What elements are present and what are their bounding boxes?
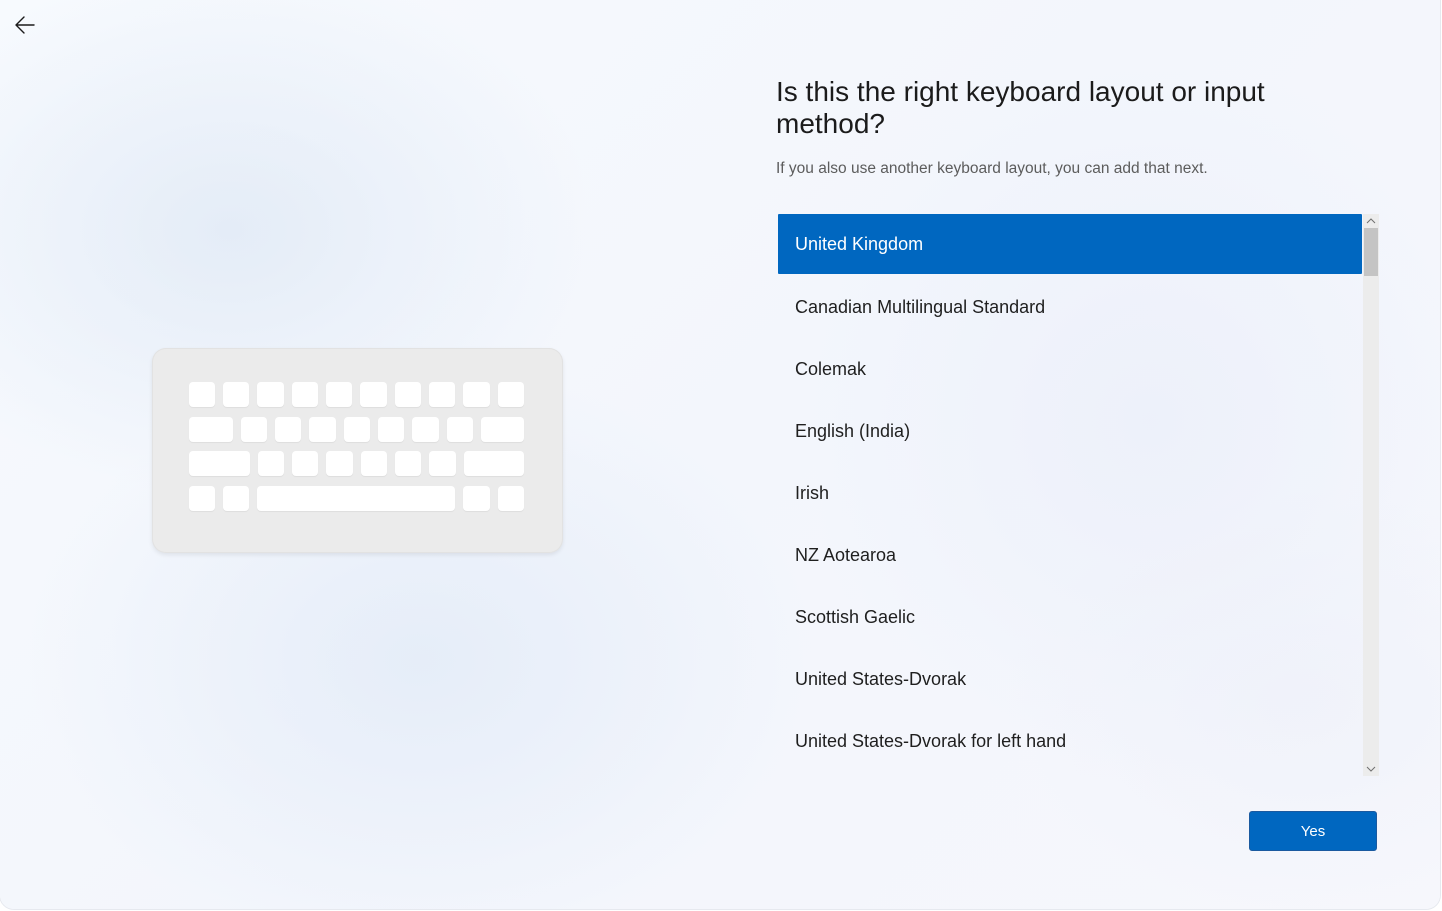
list-item-irish[interactable]: Irish [778, 462, 1362, 524]
scroll-down-button[interactable] [1363, 762, 1379, 776]
list-item-colemak[interactable]: Colemak [778, 338, 1362, 400]
list-item-label: NZ Aotearoa [795, 544, 897, 565]
list-item-label: Colemak [795, 358, 867, 379]
list-item-label: Canadian Multilingual Standard [795, 296, 1046, 317]
scroll-thumb[interactable] [1364, 228, 1378, 276]
scroll-up-button[interactable] [1363, 214, 1379, 228]
chevron-up-icon [1366, 218, 1376, 224]
list-item-english-india[interactable]: English (India) [778, 400, 1362, 462]
list-item-united-kingdom[interactable]: United Kingdom [778, 214, 1362, 274]
page-title: Is this the right keyboard layout or inp… [776, 76, 1265, 139]
arrow-left-icon [15, 16, 35, 34]
keyboard-illustration [152, 348, 563, 553]
list-item-united-states-dvorak-left-hand[interactable]: United States-Dvorak for left hand [778, 710, 1362, 772]
page-subtitle: If you also use another keyboard layout,… [776, 160, 1208, 177]
keyboard-layout-list[interactable]: United Kingdom Canadian Multilingual Sta… [778, 214, 1362, 776]
list-item-scottish-gaelic[interactable]: Scottish Gaelic [778, 586, 1362, 648]
list-item-canadian-multilingual-standard[interactable]: Canadian Multilingual Standard [778, 276, 1362, 338]
list-item-nz-aotearoa[interactable]: NZ Aotearoa [778, 524, 1362, 586]
oobe-window: Is this the right keyboard layout or inp… [0, 0, 1440, 909]
list-item-label: United States-Dvorak [795, 668, 967, 689]
chevron-down-icon [1366, 766, 1376, 772]
list-item-label: English (India) [795, 420, 911, 441]
back-button[interactable] [8, 8, 42, 42]
yes-button[interactable]: Yes [1249, 811, 1377, 851]
list-item-label: Irish [795, 482, 830, 503]
list-item-united-states-dvorak[interactable]: United States-Dvorak [778, 648, 1362, 710]
list-item-label: United States-Dvorak for left hand [795, 730, 1067, 751]
list-item-label: United Kingdom [795, 233, 924, 254]
list-item-label: Scottish Gaelic [795, 606, 916, 627]
list-scrollbar[interactable] [1363, 214, 1379, 776]
